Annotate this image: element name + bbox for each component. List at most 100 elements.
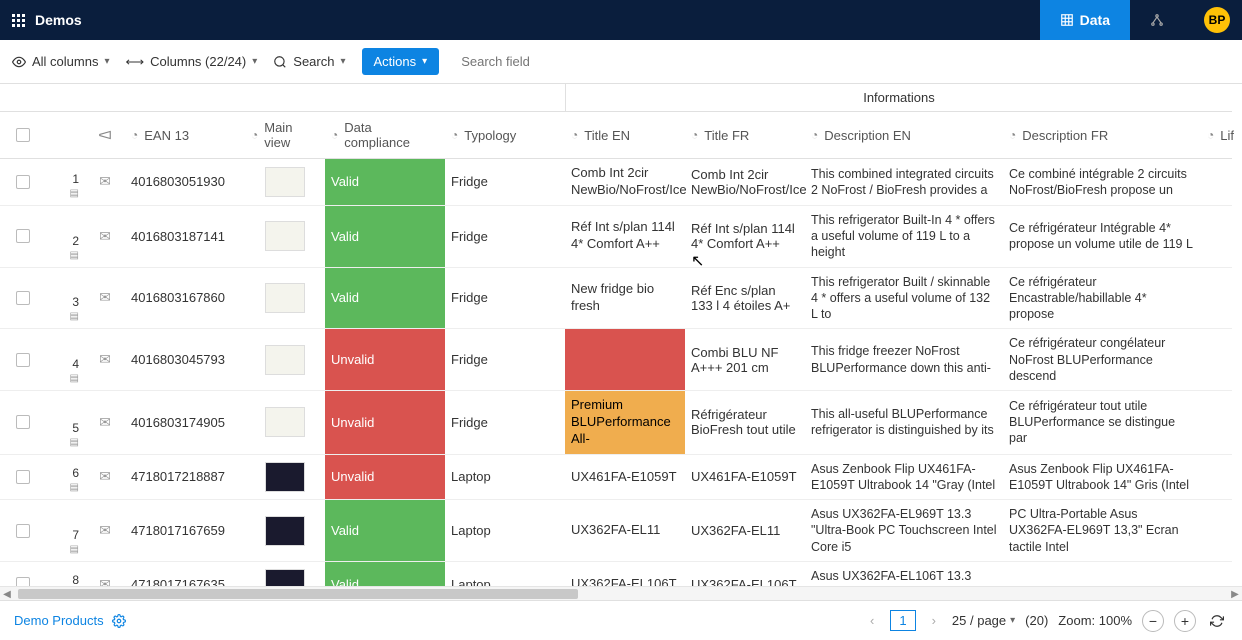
cell-compliance[interactable]: Valid <box>325 159 445 206</box>
cell-desc-fr[interactable]: Ce réfrigérateur tout utile BLUPerforman… <box>1003 391 1201 455</box>
cell-ean[interactable]: 4016803174905 <box>125 391 245 455</box>
cell-title-en[interactable]: Réf Int s/plan 114l 4* Comfort A++ <box>565 206 685 268</box>
row-envelope[interactable]: ✉ <box>85 391 125 455</box>
col-data-compliance[interactable]: ◔Data compliance <box>325 112 445 159</box>
cell-main-view[interactable] <box>245 329 325 391</box>
cell-typology[interactable]: Laptop <box>445 455 565 501</box>
col-title-fr[interactable]: ◔Title FR <box>685 112 805 159</box>
cell-lif[interactable] <box>1201 500 1232 562</box>
cell-desc-en[interactable]: This refrigerator Built-In 4 * offers a … <box>805 206 1003 268</box>
actions-button[interactable]: Actions ▾ <box>362 48 440 75</box>
tab-data[interactable]: Data <box>1040 0 1130 40</box>
row-envelope[interactable]: ✉ <box>85 455 125 501</box>
cell-desc-en[interactable]: This refrigerator Built / skinnable 4 * … <box>805 268 1003 330</box>
cell-desc-en[interactable]: Asus UX362FA-EL969T 13.3 "Ultra-Book PC … <box>805 500 1003 562</box>
cell-title-en[interactable]: Comb Int 2cir NewBio/NoFrost/Ice <box>565 159 685 206</box>
cell-typology[interactable]: Fridge <box>445 206 565 268</box>
search-dropdown[interactable]: Search ▾ <box>273 54 345 69</box>
row-envelope[interactable]: ✉ <box>85 206 125 268</box>
all-columns-dropdown[interactable]: All columns ▾ <box>12 54 110 69</box>
cell-desc-en[interactable]: Asus Zenbook Flip UX461FA-E1059T Ultrabo… <box>805 455 1003 501</box>
cell-compliance[interactable]: Valid <box>325 206 445 268</box>
cell-main-view[interactable] <box>245 206 325 268</box>
search-input[interactable] <box>455 48 635 75</box>
cell-lif[interactable] <box>1201 206 1232 268</box>
row-checkbox[interactable] <box>0 329 45 391</box>
cell-desc-en[interactable]: This fridge freezer NoFrost BLUPerforman… <box>805 329 1003 391</box>
cell-title-fr[interactable]: UX362FA-EL106T <box>685 562 805 586</box>
cell-desc-en[interactable]: This combined integrated circuits 2 NoFr… <box>805 159 1003 206</box>
cell-typology[interactable]: Fridge <box>445 329 565 391</box>
cell-compliance[interactable]: Valid <box>325 562 445 586</box>
row-envelope[interactable]: ✉ <box>85 159 125 206</box>
refresh-button[interactable] <box>1206 610 1228 632</box>
cell-ean[interactable]: 4718017167659 <box>125 500 245 562</box>
row-checkbox[interactable] <box>0 206 45 268</box>
cell-title-en[interactable]: New fridge bio fresh <box>565 268 685 330</box>
cell-lif[interactable] <box>1201 562 1232 586</box>
page-prev[interactable]: ‹ <box>864 611 880 630</box>
cell-title-en[interactable]: UX362FA-EL11 <box>565 500 685 562</box>
row-checkbox[interactable] <box>0 562 45 586</box>
cell-title-fr[interactable]: Réfrigérateur BioFresh tout utile <box>685 391 805 455</box>
tab-model[interactable] <box>1130 0 1184 40</box>
row-envelope[interactable]: ✉ <box>85 500 125 562</box>
cell-typology[interactable]: Fridge <box>445 268 565 330</box>
cell-typology[interactable]: Fridge <box>445 159 565 206</box>
cell-typology[interactable]: Laptop <box>445 562 565 586</box>
cell-desc-fr[interactable] <box>1003 562 1201 586</box>
cell-compliance[interactable]: Valid <box>325 500 445 562</box>
row-checkbox[interactable] <box>0 159 45 206</box>
scroll-left-arrow[interactable]: ◀ <box>0 587 14 601</box>
cell-lif[interactable] <box>1201 455 1232 501</box>
cell-compliance[interactable]: Unvalid <box>325 391 445 455</box>
apps-menu-icon[interactable] <box>12 14 25 27</box>
cell-title-fr[interactable]: Réf Enc s/plan 133 l 4 étoiles A+ <box>685 268 805 330</box>
cell-ean[interactable]: 4718017167635 <box>125 562 245 586</box>
row-checkbox[interactable] <box>0 500 45 562</box>
cell-lif[interactable] <box>1201 391 1232 455</box>
page-number[interactable]: 1 <box>890 610 915 631</box>
scroll-right-arrow[interactable]: ▶ <box>1228 587 1242 601</box>
row-checkbox[interactable] <box>0 455 45 501</box>
cell-main-view[interactable] <box>245 562 325 586</box>
cell-desc-fr[interactable]: Ce combiné intégrable 2 circuits NoFrost… <box>1003 159 1201 206</box>
cell-title-fr[interactable]: Combi BLU NF A+++ 201 cm <box>685 329 805 391</box>
cell-title-fr[interactable]: Réf Int s/plan 114l 4* Comfort A++ <box>685 206 805 268</box>
row-envelope[interactable]: ✉ <box>85 562 125 586</box>
cell-desc-fr[interactable]: Asus Zenbook Flip UX461FA-E1059T Ultrabo… <box>1003 455 1201 501</box>
cell-desc-fr[interactable]: Ce réfrigérateur Encastrable/habillable … <box>1003 268 1201 330</box>
cell-desc-fr[interactable]: Ce réfrigérateur Intégrable 4* propose u… <box>1003 206 1201 268</box>
row-checkbox[interactable] <box>0 268 45 330</box>
cell-title-fr[interactable]: UX461FA-E1059T <box>685 455 805 501</box>
cell-ean[interactable]: 4016803045793 <box>125 329 245 391</box>
zoom-in-button[interactable]: + <box>1174 610 1196 632</box>
cell-title-en[interactable]: UX461FA-E1059T <box>565 455 685 501</box>
cell-title-en[interactable] <box>565 329 685 391</box>
cell-title-en[interactable]: UX362FA-EL106T <box>565 562 685 586</box>
col-ean[interactable]: ◔EAN 13 <box>125 112 245 159</box>
row-checkbox[interactable] <box>0 391 45 455</box>
horizontal-scrollbar[interactable]: ◀ ▶ <box>0 586 1242 600</box>
columns-dropdown[interactable]: ⟷ Columns (22/24) ▾ <box>126 54 258 70</box>
gear-icon[interactable] <box>112 614 126 628</box>
cell-typology[interactable]: Laptop <box>445 500 565 562</box>
cell-main-view[interactable] <box>245 159 325 206</box>
cell-title-en[interactable]: Premium BLUPerformance All- <box>565 391 685 455</box>
col-main-view[interactable]: ◔Main view <box>245 112 325 159</box>
cell-title-fr[interactable]: UX362FA-EL11 <box>685 500 805 562</box>
cell-desc-fr[interactable]: PC Ultra-Portable Asus UX362FA-EL969T 13… <box>1003 500 1201 562</box>
col-lif[interactable]: ◔Lif <box>1201 112 1232 159</box>
cell-ean[interactable]: 4718017218887 <box>125 455 245 501</box>
cell-main-view[interactable] <box>245 500 325 562</box>
cell-ean[interactable]: 4016803187141 <box>125 206 245 268</box>
col-checkbox-header[interactable] <box>0 112 45 159</box>
cell-desc-en[interactable]: This all-useful BLUPerformance refrigera… <box>805 391 1003 455</box>
cell-desc-fr[interactable]: Ce réfrigérateur congélateur NoFrost BLU… <box>1003 329 1201 391</box>
user-avatar[interactable]: BP <box>1204 7 1230 33</box>
cell-typology[interactable]: Fridge <box>445 391 565 455</box>
cell-desc-en[interactable]: Asus UX362FA-EL106T 13.3 "Ultra-Book PC … <box>805 562 1003 586</box>
cell-lif[interactable] <box>1201 329 1232 391</box>
cell-title-fr[interactable]: Comb Int 2cir NewBio/NoFrost/Ice <box>685 159 805 206</box>
cell-lif[interactable] <box>1201 159 1232 206</box>
